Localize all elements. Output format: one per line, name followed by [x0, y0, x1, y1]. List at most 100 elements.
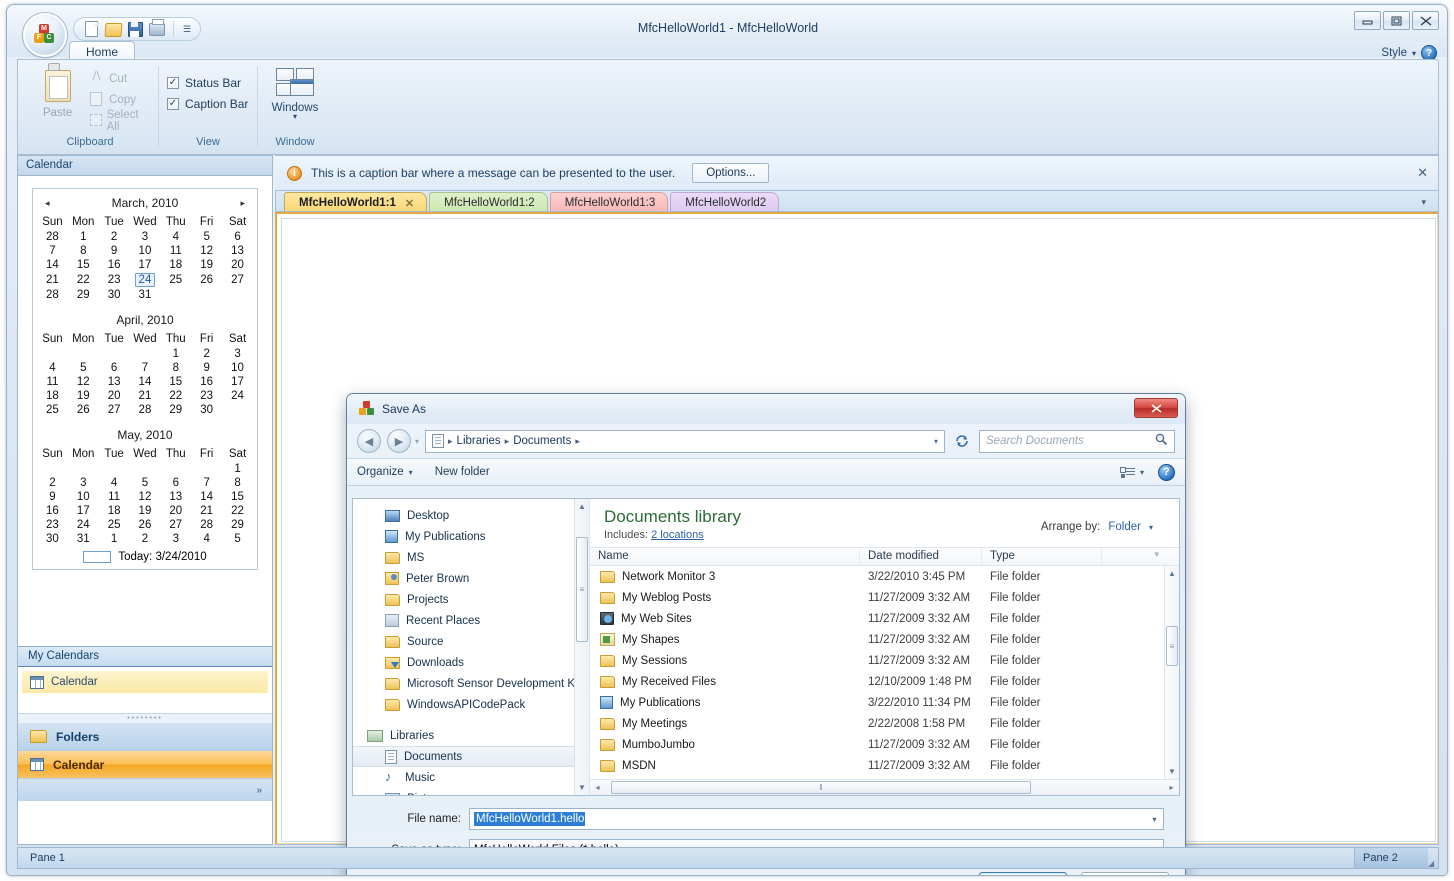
calendar-day-cell[interactable]: 15	[68, 258, 99, 272]
nav-tree-item[interactable]: Peter Brown	[353, 568, 589, 589]
calendar-day-cell[interactable]: 14	[37, 258, 68, 272]
scrollbar-thumb[interactable]: ≡	[1166, 626, 1178, 666]
calendar-day-cell[interactable]: 11	[37, 375, 68, 389]
calendar-day-cell[interactable]: 17	[130, 258, 161, 272]
calendar-day-cell[interactable]: 17	[222, 375, 253, 389]
calendar-day-cell[interactable]: 31	[68, 532, 99, 546]
calendar-day-cell[interactable]: 20	[160, 504, 191, 518]
navbar-overflow[interactable]: »	[18, 779, 272, 801]
calendar-day-cell[interactable]: 3	[130, 230, 161, 244]
close-icon[interactable]: ✕	[1417, 166, 1428, 179]
nav-tree-item[interactable]: Desktop	[353, 505, 589, 526]
calendar-day-cell[interactable]: 19	[130, 504, 161, 518]
calendar-day-cell[interactable]: 2	[99, 230, 130, 244]
calendar-grid-april[interactable]: Sun Mon Tue Wed Thu Fri Sat 1 2 3 4 5 6 7 8 9 10 1…	[37, 332, 253, 417]
cancel-button[interactable]: Cancel	[1081, 872, 1169, 875]
mdi-tab-3[interactable]: MfcHelloWorld1:3	[549, 192, 669, 211]
dialog-title-bar[interactable]: Save As	[347, 394, 1185, 424]
pane-splitter[interactable]: ••••••••	[18, 713, 272, 723]
file-row[interactable]: My Web Sites 11/27/2009 3:32 AM File folde…	[590, 608, 1179, 629]
calendar-day-cell[interactable]: 10	[222, 361, 253, 375]
calendar-day-cell[interactable]: 14	[130, 375, 161, 389]
file-list-hscrollbar[interactable]: ◂ ‖ ▸	[590, 779, 1179, 795]
expand-icon[interactable]: »	[256, 785, 262, 796]
file-row[interactable]: My Publications 3/22/2010 11:34 PM File fo…	[590, 692, 1179, 713]
calendar-day-cell[interactable]: 5	[130, 476, 161, 490]
close-icon[interactable]: ✕	[405, 197, 414, 210]
calendar-day-cell[interactable]: 7	[191, 476, 222, 490]
address-bar[interactable]: ▸ Libraries ▸ Documents ▸ ▾	[425, 429, 945, 453]
nav-tree-item[interactable]: Libraries	[353, 725, 589, 746]
scrollbar-thumb[interactable]: ≡	[576, 537, 588, 642]
includes-locations-link[interactable]: 2 locations	[651, 529, 704, 541]
calendar-day-cell[interactable]: 7	[130, 361, 161, 375]
chevron-down-icon[interactable]: ▾	[934, 437, 938, 446]
dialog-close-button[interactable]	[1134, 398, 1178, 418]
calendar-day-cell[interactable]: 23	[99, 272, 130, 288]
nav-tree-item[interactable]: Recent Places	[353, 610, 589, 631]
calendar-day-cell[interactable]: 3	[222, 347, 253, 361]
close-button[interactable]	[1412, 11, 1439, 30]
breadcrumb-libraries[interactable]: Libraries	[457, 435, 501, 447]
calendar-day-cell[interactable]: 19	[68, 389, 99, 403]
copy-button[interactable]: Copy	[85, 90, 150, 109]
calendar-day-cell[interactable]: 3	[68, 476, 99, 490]
new-folder-button[interactable]: New folder	[435, 466, 490, 478]
nav-tree-item[interactable]: WindowsAPICodePack	[353, 694, 589, 715]
calendar-day-cell[interactable]: 27	[222, 272, 253, 288]
file-row[interactable]: MSDN 11/27/2009 3:32 AM File folder	[590, 755, 1179, 776]
checkbox-caption-bar[interactable]: ✓ Caption Bar	[167, 93, 248, 114]
calendar-day-cell[interactable]: 1	[222, 462, 253, 476]
breadcrumb-documents[interactable]: Documents	[513, 435, 571, 447]
chevron-right-icon[interactable]: ▸	[575, 436, 580, 447]
calendar-day-cell[interactable]: 11	[160, 244, 191, 258]
save-icon[interactable]	[127, 21, 144, 38]
calendar-day-cell[interactable]: 23	[37, 518, 68, 532]
calendar-day-cell[interactable]: 18	[160, 258, 191, 272]
new-icon[interactable]	[83, 20, 100, 38]
paste-button[interactable]: Paste	[30, 66, 85, 119]
nav-tree-item[interactable]: Pictures	[353, 788, 589, 795]
calendar-day-cell[interactable]: 5	[68, 361, 99, 375]
calendar-day-cell[interactable]: 13	[99, 375, 130, 389]
checkbox-status-bar[interactable]: ✓ Status Bar	[167, 72, 241, 93]
maximize-button[interactable]	[1383, 11, 1410, 30]
checkbox-icon[interactable]: ✓	[167, 97, 179, 110]
column-header-date[interactable]: Date modified	[860, 547, 982, 566]
calendar-day-cell[interactable]: 8	[160, 361, 191, 375]
calendar-day-cell[interactable]: 25	[37, 403, 68, 417]
hscroll-track[interactable]: ‖	[605, 781, 1164, 794]
scroll-up-icon[interactable]: ▲	[1165, 566, 1179, 581]
file-row[interactable]: My Received Files 12/10/2009 1:48 PM File …	[590, 671, 1179, 692]
calendar-day-cell[interactable]: 20	[99, 389, 130, 403]
select-all-button[interactable]: Select All	[85, 109, 150, 133]
mdi-tab-4[interactable]: MfcHelloWorld2	[670, 192, 780, 211]
calendar-day-cell[interactable]: 24	[222, 389, 253, 403]
calendar-day-cell[interactable]: 8	[68, 244, 99, 258]
refresh-icon[interactable]	[951, 430, 973, 452]
calendar-day-cell[interactable]: 6	[160, 476, 191, 490]
nav-tree-item[interactable]: MS	[353, 547, 589, 568]
filename-input[interactable]: MfcHelloWorld1.hello ▾	[469, 808, 1164, 830]
forward-button[interactable]: ▶	[387, 429, 411, 453]
calendar-day-cell[interactable]: 22	[68, 272, 99, 288]
mdi-tab-1[interactable]: MfcHelloWorld1:1 ✕	[284, 192, 428, 211]
calendar-day-cell[interactable]: 15	[222, 490, 253, 504]
calendar-day-cell[interactable]: 17	[68, 504, 99, 518]
calendar-day-cell[interactable]: 4	[37, 361, 68, 375]
file-row[interactable]: My Weblog Posts 11/27/2009 3:32 AM File fo…	[590, 587, 1179, 608]
file-row[interactable]: My Sessions 11/27/2009 3:32 AM File folder	[590, 650, 1179, 671]
nav-tree-item[interactable]: Microsoft Sensor Development K	[353, 673, 589, 694]
calendar-day-cell[interactable]: 22	[160, 389, 191, 403]
my-calendar-item[interactable]: Calendar	[22, 671, 268, 693]
qat-customize-icon[interactable]: ☰	[181, 24, 193, 35]
calendar-day-cell[interactable]: 23	[191, 389, 222, 403]
calendar-day-cell[interactable]: 21	[191, 504, 222, 518]
calendar-day-cell[interactable]: 20	[222, 258, 253, 272]
scroll-down-icon[interactable]: ▼	[1165, 764, 1179, 779]
calendar-day-cell[interactable]: 21	[130, 389, 161, 403]
chevron-down-icon[interactable]: ▾	[1146, 815, 1163, 824]
calendar-day-cell[interactable]: 14	[191, 490, 222, 504]
calendar-day-cell[interactable]: 6	[222, 230, 253, 244]
file-row[interactable]: MumboJumbo 11/27/2009 3:32 AM File folder	[590, 734, 1179, 755]
